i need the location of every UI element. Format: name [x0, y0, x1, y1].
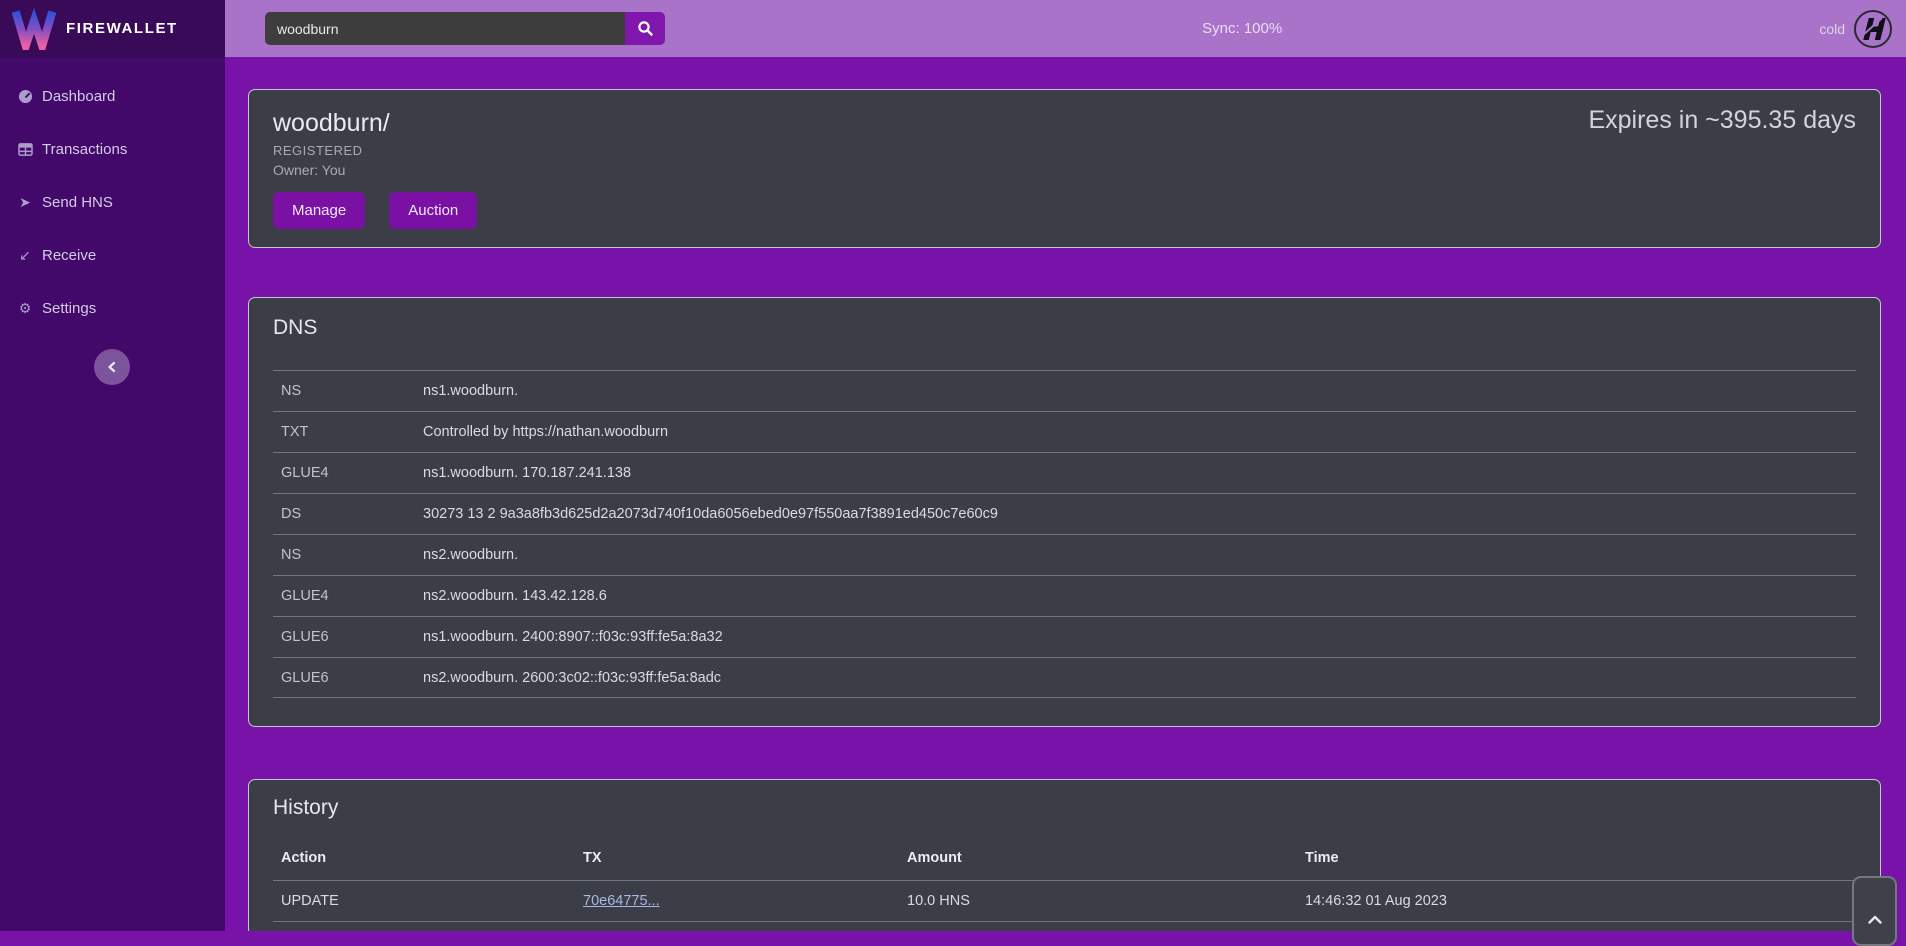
dns-record-value: ns2.woodburn.	[423, 547, 518, 563]
dns-record-type: GLUE6	[281, 670, 423, 686]
dns-record-row: TXT Controlled by https://nathan.woodbur…	[273, 411, 1856, 452]
dns-record-value: ns1.woodburn. 170.187.241.138	[423, 465, 631, 481]
firewallet-w-logo-icon	[12, 8, 56, 50]
handshake-logo-icon	[1853, 9, 1893, 49]
app-logo: FIREWALLET	[0, 0, 225, 57]
dns-record-type: GLUE4	[281, 588, 423, 604]
sidebar-item-label: Send HNS	[42, 194, 113, 211]
dns-record-value: ns2.woodburn. 2600:3c02::f03c:93ff:fe5a:…	[423, 670, 721, 686]
expires-label: Expires in ~395.35 days	[1588, 106, 1856, 135]
history-card: History Action TX Amount Time UPDATE 70e…	[248, 779, 1881, 931]
domain-status: REGISTERED	[273, 142, 1856, 160]
column-header-action: Action	[281, 850, 583, 866]
dns-record-row: GLUE6 ns1.woodburn. 2400:8907::f03c:93ff…	[273, 616, 1856, 657]
domain-actions: Manage Auction	[273, 192, 1856, 229]
column-header-amount: Amount	[907, 850, 1305, 866]
dns-record-value: 30273 13 2 9a3a8fb3d625d2a2073d740f10da6…	[423, 506, 998, 522]
tx-link[interactable]: 70e64775...	[583, 893, 660, 909]
wallet-mode-label: cold	[1819, 21, 1845, 37]
sidebar-item-transactions[interactable]: Transactions	[0, 138, 225, 160]
sidebar-item-label: Transactions	[42, 141, 127, 158]
dns-record-type: GLUE4	[281, 465, 423, 481]
history-card-title: History	[273, 796, 1856, 820]
manage-button[interactable]: Manage	[273, 192, 365, 229]
sidebar-collapse-button[interactable]	[94, 349, 130, 385]
search-button[interactable]	[625, 12, 665, 45]
history-amount: 10.0 HNS	[907, 893, 1305, 909]
dns-record-row: NS ns1.woodburn.	[273, 370, 1856, 411]
history-row: UPDATE 70e64775... 10.0 HNS 14:46:32 01 …	[273, 880, 1856, 921]
sidebar-nav: Dashboard Transactions ➤ Send HNS ↙ Rece…	[0, 57, 225, 319]
sidebar-item-label: Receive	[42, 247, 96, 264]
app-name: FIREWALLET	[66, 20, 178, 37]
domain-card: woodburn/ REGISTERED Owner: You Manage A…	[248, 89, 1881, 248]
dns-record-value: ns1.woodburn. 2400:8907::f03c:93ff:fe5a:…	[423, 629, 723, 645]
sidebar-item-label: Dashboard	[42, 88, 115, 105]
dns-record-row: NS ns2.woodburn.	[273, 534, 1856, 575]
wallet-mode-badge: cold	[1819, 9, 1893, 49]
dns-card: DNS NS ns1.woodburn. TXT Controlled by h…	[248, 297, 1881, 727]
dns-record-value: Controlled by https://nathan.woodburn	[423, 424, 668, 440]
gear-icon: ⚙	[17, 300, 33, 316]
dns-record-row: GLUE6 ns2.woodburn. 2600:3c02::f03c:93ff…	[273, 657, 1856, 698]
main-column: Sync: 100% cold woodburn/ REGISTERED Own…	[225, 0, 1906, 931]
dns-card-title: DNS	[273, 316, 1856, 340]
history-time: 14:46:32 01 Aug 2023	[1305, 893, 1856, 909]
history-action: UPDATE	[281, 893, 583, 909]
dns-records-table: NS ns1.woodburn. TXT Controlled by https…	[273, 370, 1856, 698]
topbar: Sync: 100% cold	[225, 0, 1906, 57]
sidebar-item-label: Settings	[42, 300, 96, 317]
dns-record-row: GLUE4 ns1.woodburn. 170.187.241.138	[273, 452, 1856, 493]
history-row: RENEW d78e9e1... 10.0 HNS 15:47:36 07 Ju…	[273, 921, 1856, 931]
dns-record-value: ns2.woodburn. 143.42.128.6	[423, 588, 607, 604]
sidebar-item-settings[interactable]: ⚙ Settings	[0, 297, 225, 319]
speedometer-icon	[17, 88, 33, 104]
history-header-row: Action TX Amount Time	[273, 836, 1856, 880]
dns-record-value: ns1.woodburn.	[423, 383, 518, 399]
table-icon	[17, 141, 33, 157]
dns-record-row: DS 30273 13 2 9a3a8fb3d625d2a2073d740f10…	[273, 493, 1856, 534]
dns-record-type: NS	[281, 383, 423, 399]
sidebar-item-send-hns[interactable]: ➤ Send HNS	[0, 191, 225, 213]
send-icon: ➤	[17, 194, 33, 210]
search-input[interactable]	[265, 12, 625, 45]
receive-arrow-icon: ↙	[17, 247, 33, 263]
sidebar-item-dashboard[interactable]: Dashboard	[0, 85, 225, 107]
auction-button[interactable]: Auction	[389, 192, 477, 229]
dns-record-type: TXT	[281, 424, 423, 440]
sync-status: Sync: 100%	[1202, 20, 1282, 37]
content-area: woodburn/ REGISTERED Owner: You Manage A…	[225, 57, 1906, 931]
history-table: Action TX Amount Time UPDATE 70e64775...…	[273, 836, 1856, 931]
chevron-left-icon	[105, 360, 119, 374]
sidebar: FIREWALLET Dashboard Transactions ➤ Send…	[0, 0, 225, 931]
magnifier-icon	[637, 20, 654, 37]
dns-record-type: DS	[281, 506, 423, 522]
column-header-time: Time	[1305, 850, 1856, 866]
dns-record-type: NS	[281, 547, 423, 563]
sidebar-item-receive[interactable]: ↙ Receive	[0, 244, 225, 266]
search-group	[265, 12, 665, 45]
chevron-up-icon	[1867, 914, 1883, 925]
domain-owner: Owner: You	[273, 160, 1856, 180]
scroll-to-top-button[interactable]	[1852, 876, 1897, 946]
dns-record-row: GLUE4 ns2.woodburn. 143.42.128.6	[273, 575, 1856, 616]
dns-record-type: GLUE6	[281, 629, 423, 645]
column-header-tx: TX	[583, 850, 907, 866]
